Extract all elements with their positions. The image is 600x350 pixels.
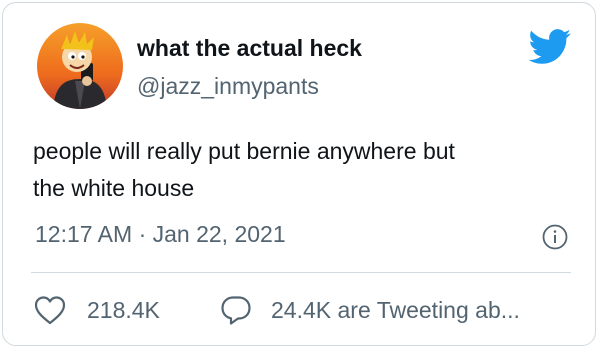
like-button[interactable]: 218.4K — [33, 293, 160, 327]
twitter-bird-icon[interactable] — [528, 29, 572, 65]
display-name[interactable]: what the actual heck — [137, 35, 362, 62]
user-handle[interactable]: @jazz_inmypants — [137, 73, 319, 100]
info-icon[interactable] — [542, 224, 568, 250]
avatar-image — [37, 23, 123, 109]
avatar[interactable] — [37, 23, 123, 109]
tweet-text-line-1: people will really put bernie anywhere b… — [33, 138, 455, 164]
tweet-text: people will really put bernie anywhere b… — [33, 133, 573, 207]
heart-icon — [34, 296, 66, 325]
tweet-timestamp[interactable]: 12:17 AM · Jan 22, 2021 — [35, 221, 286, 248]
tweet-card: what the actual heck @jazz_inmypants peo… — [2, 2, 596, 346]
like-count: 218.4K — [87, 296, 160, 323]
tweet-text-line-2: the white house — [33, 175, 195, 201]
tweeting-count: 24.4K are Tweeting ab... — [271, 296, 520, 323]
speech-bubble-icon — [221, 296, 251, 325]
tweeting-button[interactable]: 24.4K are Tweeting ab... — [219, 293, 520, 327]
divider — [31, 272, 571, 273]
